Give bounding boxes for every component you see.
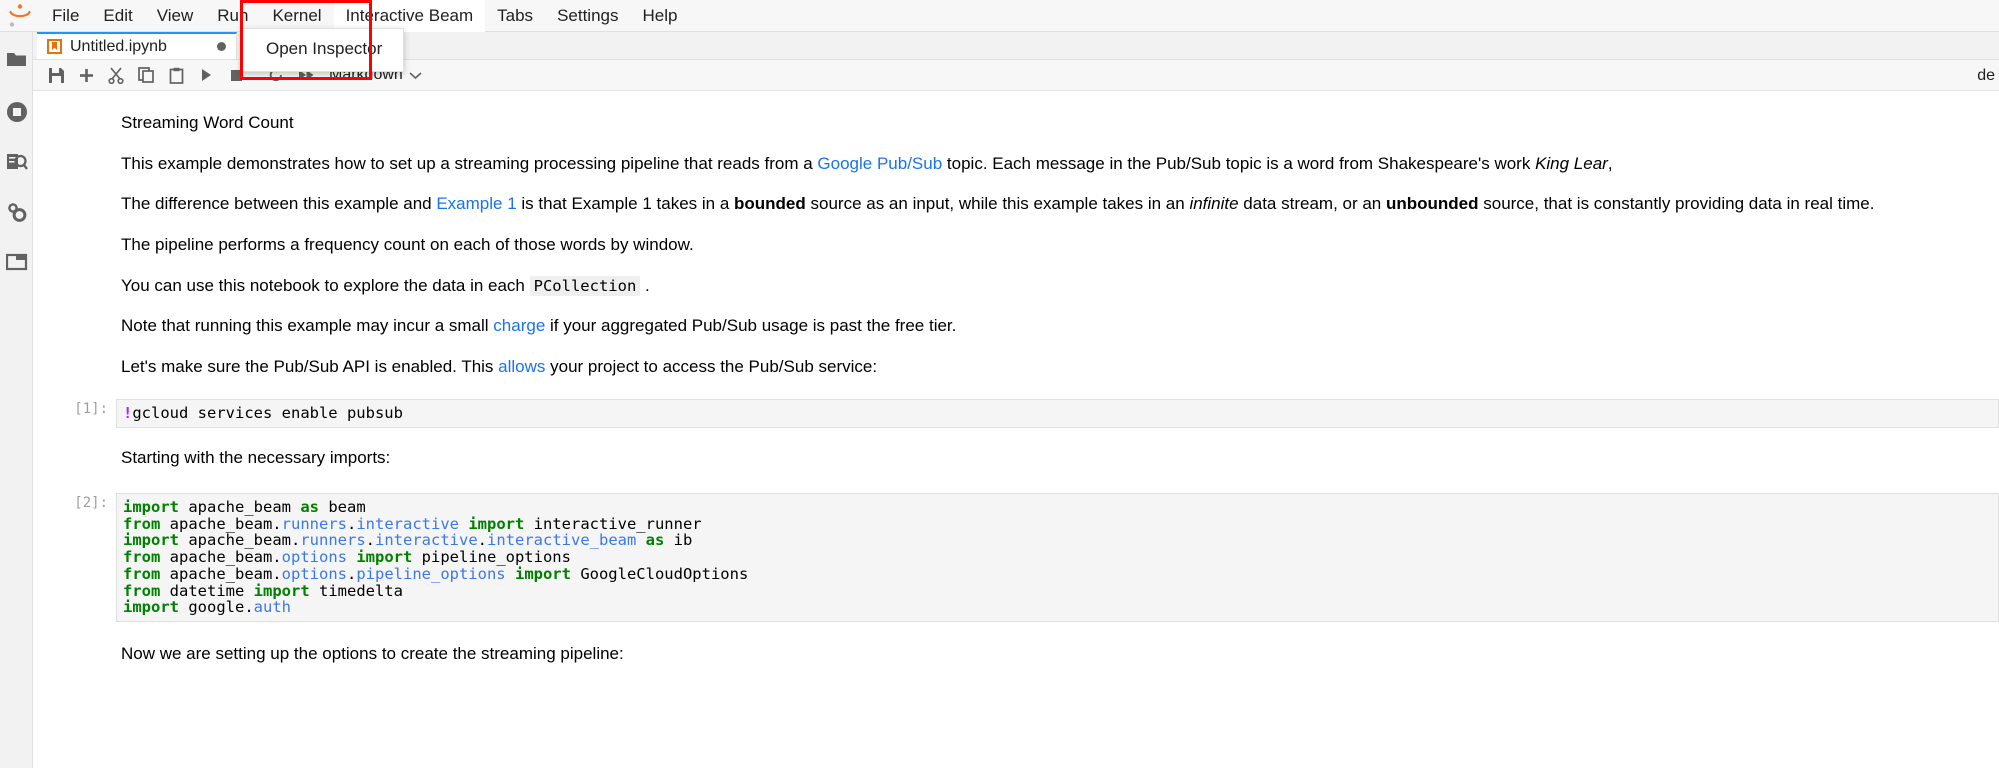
menu-interactive-beam[interactable]: Interactive Beam (334, 0, 486, 32)
menu-view[interactable]: View (145, 0, 206, 32)
p1-italic-king-lear: King Lear (1535, 154, 1608, 173)
allows-link[interactable]: allows (498, 357, 545, 376)
p1-text-c: , (1608, 154, 1613, 173)
menu-tabs[interactable]: Tabs (485, 0, 545, 32)
paragraph-2: The difference between this example and … (121, 184, 1989, 225)
command-palette-icon[interactable] (0, 137, 33, 187)
paragraph-6: Let's make sure the Pub/Sub API is enabl… (121, 347, 1989, 388)
paragraph-3: The pipeline performs a frequency count … (121, 225, 1989, 266)
cell-prompt-2: [2]: (33, 493, 116, 622)
insert-cell-button[interactable] (71, 61, 101, 89)
paragraph-1: This example demonstrates how to set up … (121, 144, 1989, 185)
cut-button[interactable] (101, 61, 131, 89)
p2-text-c: source as an input, while this example t… (806, 194, 1190, 213)
unsaved-indicator-dot[interactable] (217, 42, 226, 51)
menu-settings[interactable]: Settings (545, 0, 630, 32)
code-cell-1[interactable]: [1]: !gcloud services enable pubsub (33, 399, 1999, 428)
code-line: import google.auth (123, 599, 1992, 616)
p5-text-a: Note that running this example may incur… (121, 316, 493, 335)
code-editor-2[interactable]: import apache_beam as beamfrom apache_be… (116, 493, 1999, 622)
running-terminals-icon[interactable] (0, 87, 33, 137)
file-browser-icon[interactable] (0, 32, 33, 87)
tab-label: Untitled.ipynb (70, 38, 167, 56)
notebook-icon (47, 39, 62, 54)
paragraph-8: Now we are setting up the options to cre… (121, 634, 1989, 675)
menu-help[interactable]: Help (631, 0, 690, 32)
google-pubsub-link[interactable]: Google Pub/Sub (817, 154, 942, 173)
p5-text-b: if your aggregated Pub/Sub usage is past… (545, 316, 956, 335)
cell-prompt-empty-3 (33, 634, 116, 675)
menu-file[interactable]: File (40, 0, 91, 32)
jupyter-logo (0, 0, 40, 32)
p4-text-a: You can use this notebook to explore the… (121, 276, 530, 295)
activity-sidebar (0, 32, 33, 768)
open-tabs-icon[interactable] (0, 237, 33, 287)
markdown-cell-imports-intro[interactable]: Starting with the necessary imports: (33, 438, 1999, 479)
p2-bold-unbounded: unbounded (1386, 194, 1479, 213)
code-line: from datetime import timedelta (123, 583, 1992, 600)
notebook-panel: Untitled.ipynb (33, 32, 1999, 768)
pcollection-code-span: PCollection (530, 276, 641, 296)
p6-text-b: your project to access the Pub/Sub servi… (545, 357, 877, 376)
copy-button[interactable] (131, 61, 161, 89)
markdown-body: Streaming Word Count This example demons… (116, 91, 1999, 387)
run-button[interactable] (191, 61, 221, 89)
menu-item-open-inspector[interactable]: Open Inspector (242, 33, 403, 67)
interactive-beam-menu: Open Inspector (241, 28, 404, 72)
cell-prompt-empty (33, 91, 116, 387)
paragraph-4: You can use this notebook to explore the… (121, 266, 1989, 307)
code-line: from apache_beam.options import pipeline… (123, 549, 1992, 566)
menu-kernel[interactable]: Kernel (260, 0, 333, 32)
p2-text-b: is that Example 1 takes in a (517, 194, 734, 213)
markdown-cell-options[interactable]: Now we are setting up the options to cre… (33, 634, 1999, 675)
paste-button[interactable] (161, 61, 191, 89)
menu-edit[interactable]: Edit (91, 0, 144, 32)
shell-bang: ! (123, 404, 132, 422)
p1-text-b: topic. Each message in the Pub/Sub topic… (942, 154, 1535, 173)
p2-bold-bounded: bounded (734, 194, 806, 213)
markdown-cell-intro[interactable]: Streaming Word Count This example demons… (33, 91, 1999, 387)
code-line: from apache_beam.options.pipeline_option… (123, 566, 1992, 583)
code-line: import apache_beam as beam (123, 499, 1992, 516)
code-line: from apache_beam.runners.interactive imp… (123, 516, 1992, 533)
cell-prompt-empty-2 (33, 438, 116, 479)
paragraph-7: Starting with the necessary imports: (121, 438, 1989, 479)
p6-text-a: Let's make sure the Pub/Sub API is enabl… (121, 357, 498, 376)
code-text-1: gcloud services enable pubsub (132, 404, 403, 422)
p4-text-b: . (640, 276, 649, 295)
menu-run[interactable]: Run (205, 0, 260, 32)
p2-text-e: source, that is constantly providing dat… (1479, 194, 1875, 213)
notebook-content: Streaming Word Count This example demons… (33, 91, 1999, 767)
markdown-body-2: Starting with the necessary imports: (116, 438, 1999, 479)
p2-italic-infinite: infinite (1189, 194, 1238, 213)
p2-text-a: The difference between this example and (121, 194, 436, 213)
cell-prompt-1: [1]: (33, 399, 116, 428)
tab-untitled-notebook[interactable]: Untitled.ipynb (37, 32, 237, 59)
markdown-body-3: Now we are setting up the options to cre… (116, 634, 1999, 675)
code-cell-2[interactable]: [2]: import apache_beam as beamfrom apac… (33, 493, 1999, 622)
page-title: Streaming Word Count (121, 91, 1989, 144)
extension-manager-icon[interactable] (0, 187, 33, 237)
code-editor-1[interactable]: !gcloud services enable pubsub (116, 399, 1999, 428)
p2-text-d: data stream, or an (1239, 194, 1386, 213)
example-1-link[interactable]: Example 1 (436, 194, 516, 213)
save-button[interactable] (41, 61, 71, 89)
paragraph-5: Note that running this example may incur… (121, 306, 1989, 347)
kernel-status-label: de (1977, 60, 1995, 91)
code-line: import apache_beam.runners.interactive.i… (123, 532, 1992, 549)
charge-link[interactable]: charge (493, 316, 545, 335)
p1-text-a: This example demonstrates how to set up … (121, 154, 817, 173)
chevron-down-icon (409, 71, 422, 80)
